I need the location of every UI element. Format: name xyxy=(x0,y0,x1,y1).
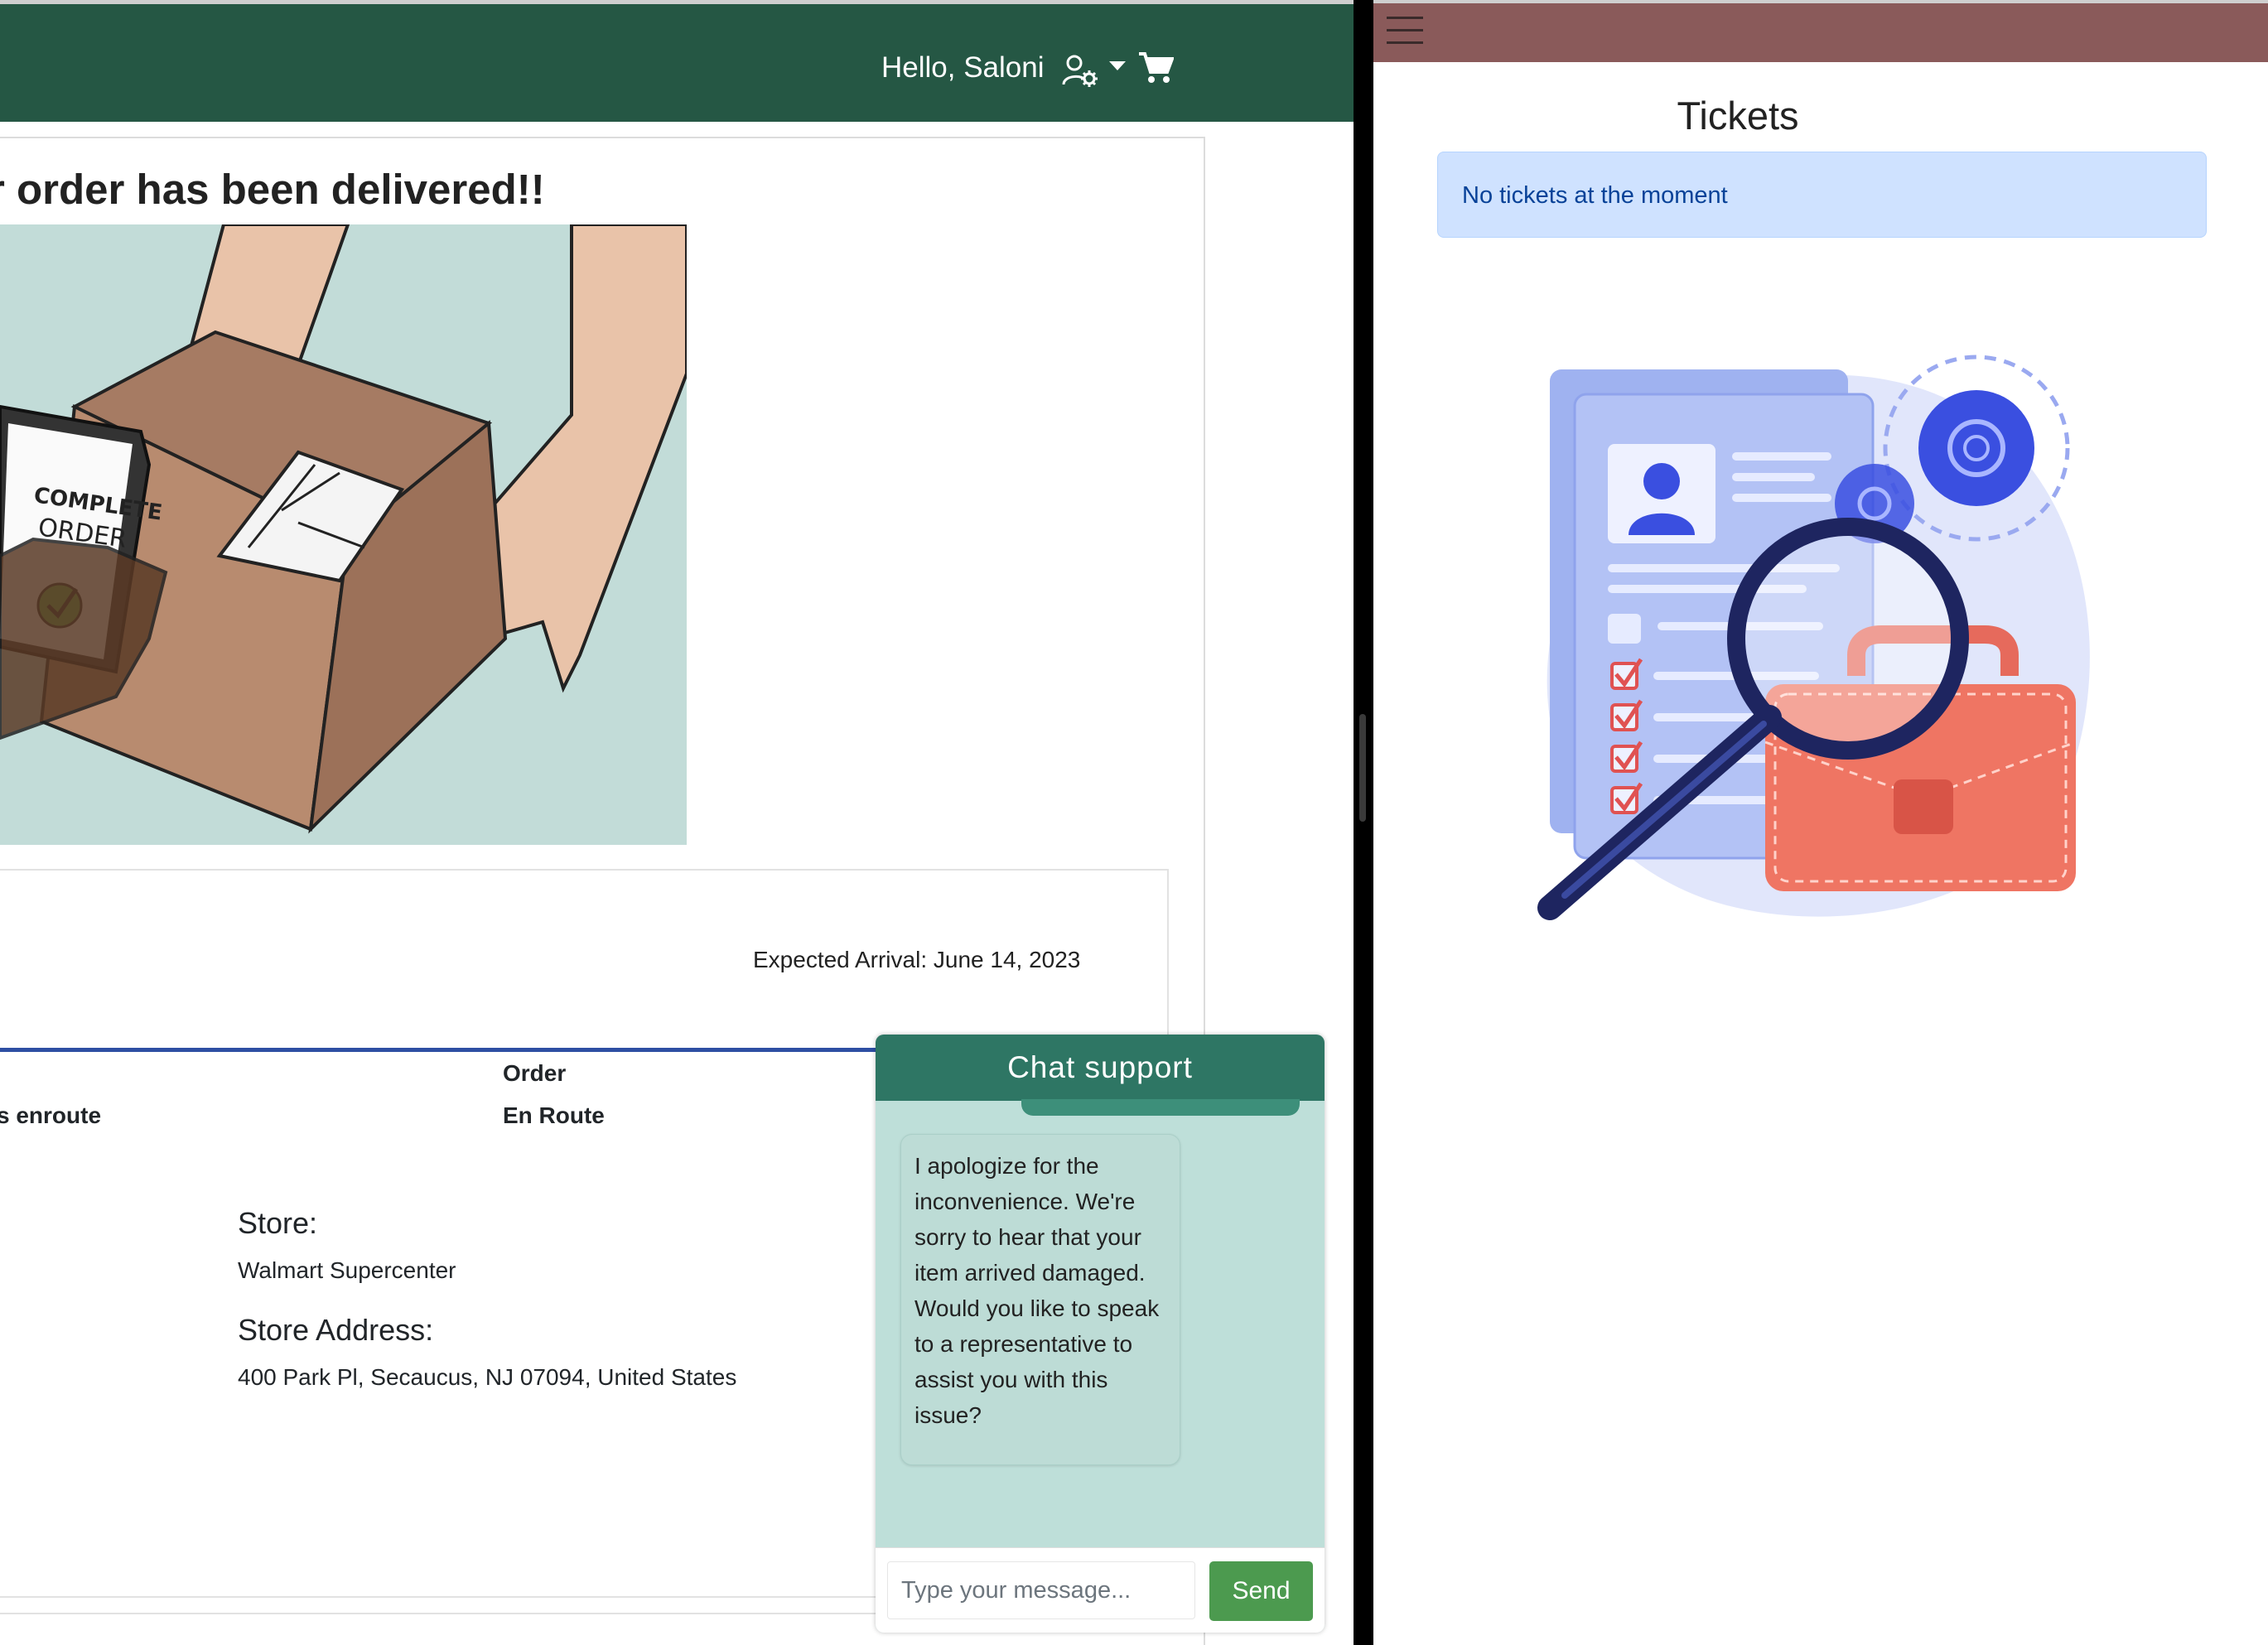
bot-message-bubble: I apologize for the inconvenience. We're… xyxy=(900,1134,1180,1465)
order-tracking-pane: Hello, Saloni r order has been delivered… xyxy=(0,0,1354,1645)
tickets-pane: Tickets No tickets at the moment xyxy=(1373,0,2268,1645)
order-status-value: En Route xyxy=(503,1102,605,1128)
split-view-divider[interactable] xyxy=(1354,0,1373,1645)
top-navbar: Hello, Saloni xyxy=(0,4,1354,122)
store-label: Store: xyxy=(238,1206,318,1240)
chat-message-input[interactable] xyxy=(887,1561,1195,1619)
chat-header[interactable]: Chat support xyxy=(876,1035,1325,1101)
delivered-heading: r order has been delivered!! xyxy=(0,166,545,213)
caret-down-icon[interactable] xyxy=(1109,61,1126,71)
store-address: 400 Park Pl, Secaucus, NJ 07094, United … xyxy=(238,1364,737,1390)
top-navbar xyxy=(1373,3,2268,62)
ticket-search-illustration xyxy=(1537,355,2090,920)
order-status-label: Order xyxy=(503,1060,567,1086)
split-view-resize-handle[interactable] xyxy=(1359,714,1366,822)
tracking-progress-line xyxy=(0,1048,886,1052)
store-address-label: Store Address: xyxy=(238,1313,434,1347)
chat-support-widget: Chat support I apologize for the inconve… xyxy=(876,1035,1325,1633)
user-settings-icon[interactable] xyxy=(1062,53,1098,88)
page-title: Tickets xyxy=(1677,94,1799,137)
store-name: Walmart Supercenter xyxy=(238,1257,456,1283)
previous-chat-message xyxy=(1021,1099,1300,1116)
shopping-cart-icon[interactable] xyxy=(1139,51,1174,84)
send-button[interactable]: Send xyxy=(1209,1561,1313,1621)
chat-input-bar: Send xyxy=(876,1547,1325,1633)
hamburger-menu-icon[interactable] xyxy=(1387,17,1425,50)
status-step-label: s enroute xyxy=(0,1102,102,1128)
empty-state-alert: No tickets at the moment xyxy=(1437,152,2207,238)
divider xyxy=(0,1596,886,1598)
expected-arrival-text: Expected Arrival: June 14, 2023 xyxy=(753,947,1081,972)
delivery-illustration: COMPLETE ORDER xyxy=(0,224,687,845)
user-greeting: Hello, Saloni xyxy=(881,51,1045,84)
